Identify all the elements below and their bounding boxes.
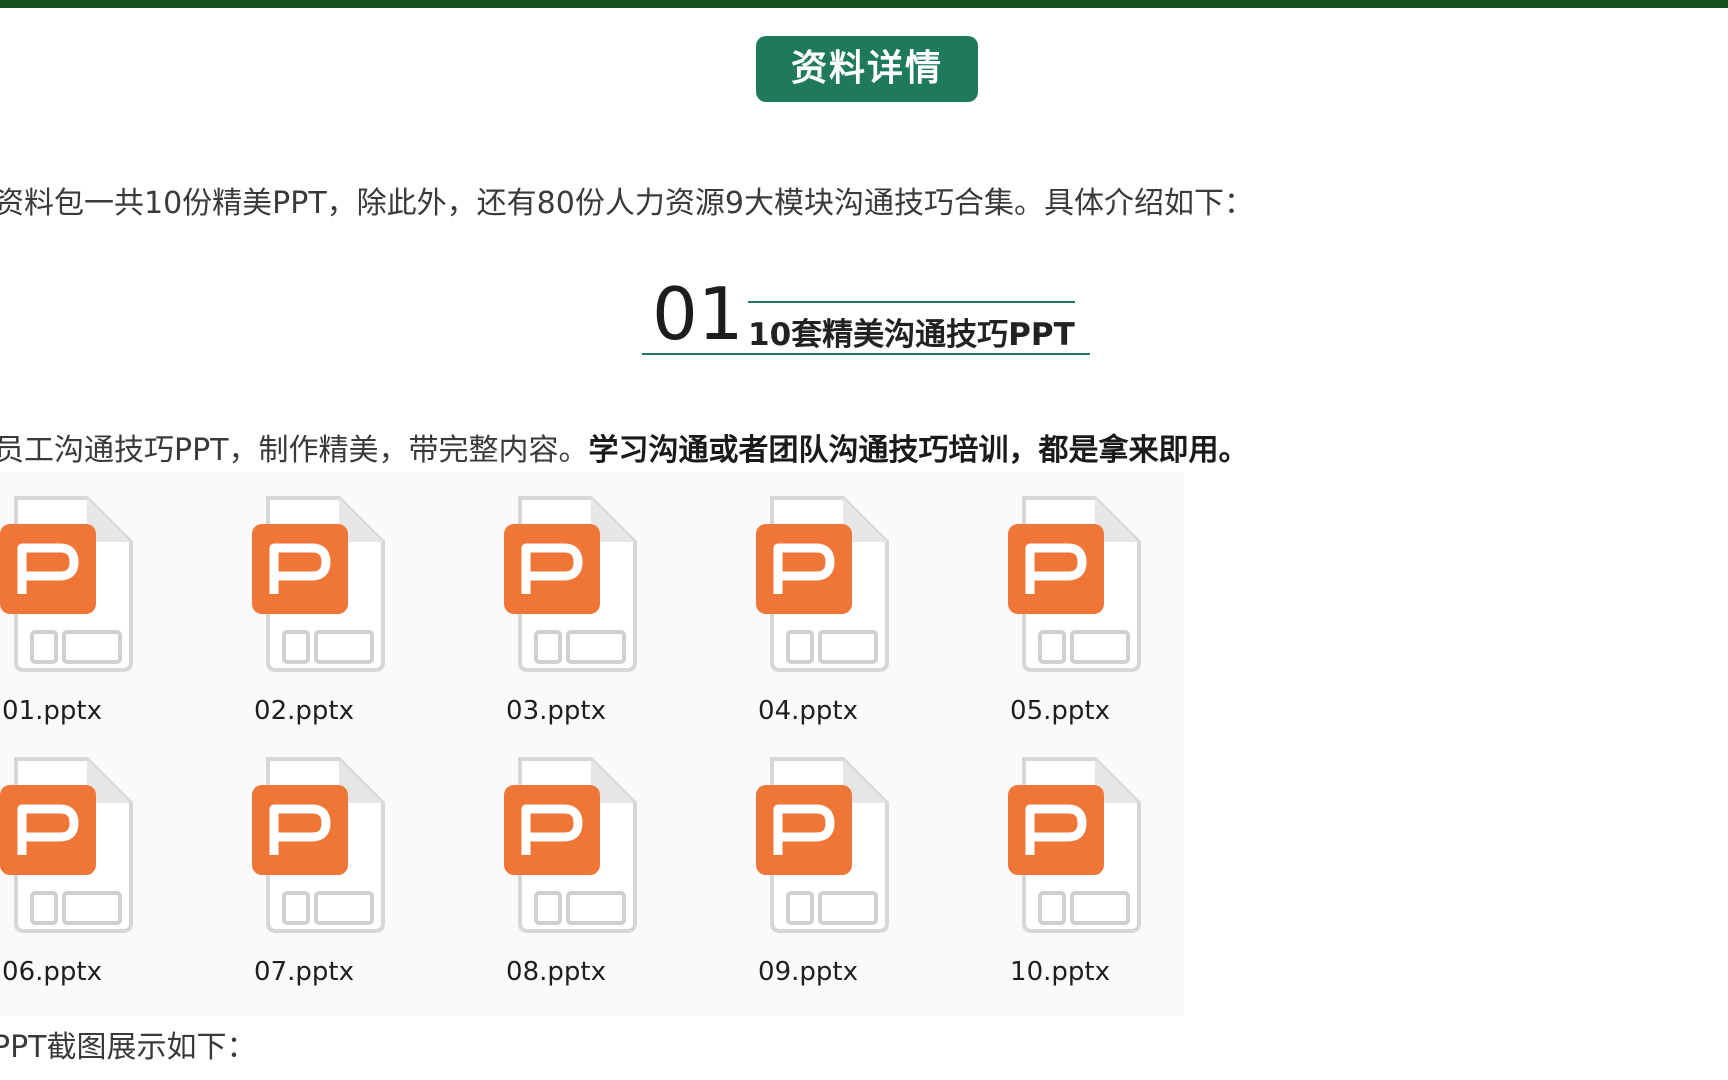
file-item[interactable]: 08.pptx [456,745,656,987]
file-item[interactable]: 04.pptx [708,484,908,726]
file-name: 08.pptx [506,957,606,987]
file-name: 07.pptx [254,957,354,987]
file-item[interactable]: 02.pptx [204,484,404,726]
file-item[interactable]: 05.pptx [960,484,1160,726]
pptx-file-icon [252,496,385,672]
file-item[interactable]: 03.pptx [456,484,656,726]
top-bar [0,0,1728,8]
description-bold: 学习沟通或者团队沟通技巧培训，都是拿来即用。 [588,433,1249,468]
file-name: 10.pptx [1010,957,1110,987]
file-name: 01.pptx [2,696,102,726]
file-item[interactable]: 01.pptx [0,484,152,726]
details-badge: 资料详情 [756,36,978,102]
pptx-file-icon [756,757,889,933]
file-item[interactable]: 10.pptx [960,745,1160,987]
file-item[interactable]: 06.pptx [0,745,152,987]
section-underline [642,353,1090,355]
pptx-file-icon [1008,757,1141,933]
pptx-file-icon [1008,496,1141,672]
pptx-file-icon [0,496,133,672]
file-item[interactable]: 07.pptx [204,745,404,987]
pptx-file-icon [504,496,637,672]
pptx-file-icon [504,757,637,933]
file-name: 05.pptx [1010,696,1110,726]
file-grid: 01.pptx 02.pptx 03.pptx 04.pptx 05.pptx … [0,472,1184,1016]
pptx-file-icon [756,496,889,672]
screenshot-intro-text: PPT截图展示如下： [0,1030,257,1065]
section-number: 01 [652,272,744,356]
file-name: 06.pptx [2,957,102,987]
description-normal: 员工沟通技巧PPT，制作精美，带完整内容。 [0,433,589,468]
pptx-file-icon [252,757,385,933]
description-text: 员工沟通技巧PPT，制作精美，带完整内容。学习沟通或者团队沟通技巧培训，都是拿来… [0,425,1249,469]
file-name: 09.pptx [758,957,858,987]
file-name: 04.pptx [758,696,858,726]
file-name: 02.pptx [254,696,354,726]
file-name: 03.pptx [506,696,606,726]
pptx-file-icon [0,757,133,933]
section-title: 10套精美沟通技巧PPT [748,301,1075,354]
intro-text: 资料包一共10份精美PPT，除此外，还有80份人力资源9大模块沟通技巧合集。具体… [0,186,1254,221]
file-item[interactable]: 09.pptx [708,745,908,987]
